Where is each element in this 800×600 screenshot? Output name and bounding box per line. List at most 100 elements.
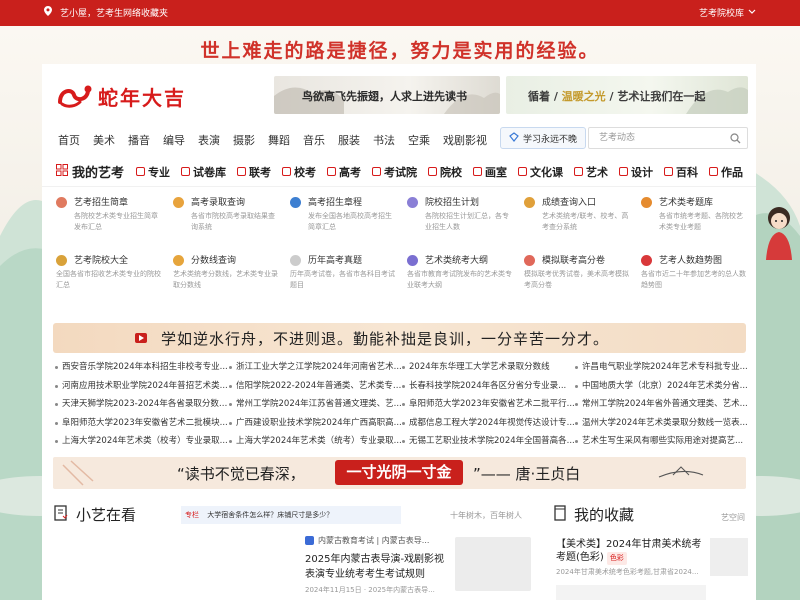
category-icon xyxy=(664,167,674,176)
main-card: 蛇年大吉 鸟欲高飞先振翅，人求上进先读书 循着 / 温暖之光 / 艺术让我们在一… xyxy=(42,64,756,600)
category-icon xyxy=(181,167,191,176)
nav-item[interactable]: 表演 xyxy=(198,132,220,148)
tool-item[interactable]: 成绩查询入口 艺术类统考/联考、校考、高考查分系统 xyxy=(524,194,636,244)
tool-item[interactable]: 艺术类统考大纲 各省市教育考试院发布的艺术类专业联考大纲 xyxy=(407,252,519,302)
tool-item[interactable]: 分数线查询 艺术类统考分数线，艺术类专业录取分数线 xyxy=(173,252,285,302)
category-icon xyxy=(473,167,483,176)
poem-highlight: 一寸光阴一寸金 xyxy=(335,460,463,485)
column-tag-text: 大学宿舍条件怎么样？床铺尺寸是多少？ xyxy=(207,511,334,519)
news-link[interactable]: 阜阳师范大学2023年安徽省艺术二批平行... xyxy=(401,397,576,416)
favorite-item-title[interactable]: 【美术类】2024年甘肃美术统考考题(色彩) 色彩 xyxy=(556,538,706,565)
article-title[interactable]: 2025年内蒙古表导演-戏剧影视表演专业统考考生考试规则 xyxy=(305,552,445,582)
category-item[interactable]: 设计 xyxy=(619,164,653,180)
news-link[interactable]: 西安音乐学院2024年本科招生非校考专业... xyxy=(54,360,229,379)
category-icon xyxy=(372,167,382,176)
news-link[interactable]: 上海大学2024年艺术类（校考）专业录取... xyxy=(54,434,229,453)
tool-item[interactable]: 艺考招生简章 各院校艺术类专业招生简章发布汇总 xyxy=(56,194,168,244)
nav-item[interactable]: 播音 xyxy=(128,132,150,148)
favorite-thumbnail[interactable] xyxy=(710,538,748,576)
category-item[interactable]: 画室 xyxy=(473,164,507,180)
column-tag-link[interactable]: 专栏 大学宿舍条件怎么样？床铺尺寸是多少？ xyxy=(181,506,401,524)
nav-item[interactable]: 首页 xyxy=(58,132,80,148)
category-item[interactable]: 作品 xyxy=(709,164,743,180)
news-link[interactable]: 长春科技学院2024年各区分省分专业录... xyxy=(401,379,576,398)
nav-item[interactable]: 编导 xyxy=(163,132,185,148)
tool-item[interactable]: 历年高考真题 历年高考试卷，各省市各科目考试题目 xyxy=(290,252,402,302)
news-link[interactable]: 中国地质大学（北京）2024年艺术类分省... xyxy=(574,379,749,398)
category-item[interactable]: 联考 xyxy=(237,164,271,180)
poem-line: “读书不觉已春深， xyxy=(177,465,305,483)
favorites-note[interactable]: 艺空间 xyxy=(721,512,745,523)
study-button[interactable]: 学习永远不晚 xyxy=(500,127,587,149)
category-item[interactable]: 考试院 xyxy=(372,164,417,180)
nav-item[interactable]: 音乐 xyxy=(303,132,325,148)
article-thumbnail[interactable] xyxy=(455,537,531,591)
chevron-down-icon xyxy=(748,8,756,18)
tool-item[interactable]: 模拟联考高分卷 模拟联考优秀试卷，美术高考模拟考高分卷 xyxy=(524,252,636,302)
banner-art[interactable]: 循着 / 温暖之光 / 艺术让我们在一起 xyxy=(506,76,748,114)
category-icon xyxy=(428,167,438,176)
category-bar: 我的艺考 专业 试卷库 联考 校考 高考 考试院 院校 画室 文化课 艺术 设计… xyxy=(42,157,756,187)
news-link[interactable]: 常州工学院2024年江苏省普通文理类、艺... xyxy=(228,397,403,416)
article-source[interactable]: 内蒙古教育考试 | 内蒙古表导... xyxy=(305,535,429,546)
tool-item[interactable]: 艺考人数趋势图 各省市近二十年参加艺考的总人数趋势图 xyxy=(641,252,753,302)
college-library-label: 艺考院校库 xyxy=(698,9,744,19)
news-link[interactable]: 许昌电气职业学院2024年艺术专科批专业... xyxy=(574,360,749,379)
category-item[interactable]: 艺术 xyxy=(574,164,608,180)
news-link[interactable]: 广西建设职业技术学院2024年广西高职高... xyxy=(228,416,403,435)
site-logo[interactable]: 蛇年大吉 xyxy=(56,82,186,111)
nav-item[interactable]: 美术 xyxy=(93,132,115,148)
news-column: 西安音乐学院2024年本科招生非校考专业... 河南应用技术职业学院2024年普… xyxy=(54,360,229,453)
category-item[interactable]: 院校 xyxy=(428,164,462,180)
favorite-item-desc: 2024年甘肃美术统考色彩考题,甘肃省2024... xyxy=(556,568,699,576)
news-link[interactable]: 成都信息工程大学2024年视觉传达设计专... xyxy=(401,416,576,435)
category-item[interactable]: 校考 xyxy=(282,164,316,180)
news-link[interactable]: 浙江工业大学之江学院2024年河南省艺术... xyxy=(228,360,403,379)
nav-item[interactable]: 服装 xyxy=(338,132,360,148)
tool-icon xyxy=(407,197,418,208)
news-link[interactable]: 上海大学2024年艺术类（统考）专业录取... xyxy=(228,434,403,453)
news-link[interactable]: 常州工学院2024年省外普通文理类、艺术... xyxy=(574,397,749,416)
news-link[interactable]: 温州大学2024年艺术类录取分数线一览表... xyxy=(574,416,749,435)
tool-item[interactable]: 高考录取查询 各省市院校高考录取结果查询系统 xyxy=(173,194,285,244)
category-item[interactable]: 文化课 xyxy=(518,164,563,180)
tool-icon xyxy=(290,197,301,208)
news-link[interactable]: 天津天狮学院2023-2024年各省录取分数线... xyxy=(54,397,229,416)
nav-item[interactable]: 戏剧影视 xyxy=(443,132,487,148)
category-item[interactable]: 试卷库 xyxy=(181,164,226,180)
category-item[interactable]: 百科 xyxy=(664,164,698,180)
article-date: 2024年11月15日 · 2025年内蒙古表导... xyxy=(305,586,435,594)
news-link[interactable]: 河南应用技术职业学院2024年普招艺术类... xyxy=(54,379,229,398)
tool-item[interactable]: 艺术类考题库 各省市统考考题、各院校艺术类专业考题 xyxy=(641,194,753,244)
search-input[interactable]: 艺考动态 xyxy=(588,127,748,149)
slogan: 世上难走的路是捷径，努力是实用的经验。 xyxy=(200,40,600,62)
location[interactable]: 艺小屋，艺考生网络收藏夹 xyxy=(44,6,168,19)
news-link[interactable]: 艺术生写生采风有哪些实际用途对提高艺... xyxy=(574,434,749,453)
section-favorites-title: 我的收藏 xyxy=(554,504,634,525)
floating-mascot[interactable] xyxy=(762,204,796,260)
category-item[interactable]: 专业 xyxy=(136,164,170,180)
category-item[interactable]: 高考 xyxy=(327,164,361,180)
source-icon xyxy=(305,536,314,545)
college-library-link[interactable]: 艺考院校库 xyxy=(699,6,756,19)
study-button-label: 学习永远不晚 xyxy=(523,134,578,145)
news-link[interactable]: 无锡工艺职业技术学院2024年全国普高各... xyxy=(401,434,576,453)
book-icon xyxy=(554,504,566,525)
tool-icon xyxy=(407,255,418,266)
nav-item[interactable]: 舞蹈 xyxy=(268,132,290,148)
notebook-icon xyxy=(54,504,68,525)
search-icon[interactable] xyxy=(730,132,741,152)
news-link[interactable]: 2024年东华理工大学艺术录取分数线 xyxy=(401,360,576,379)
tool-icon xyxy=(641,255,652,266)
quote-text: 学如逆水行舟，不进则退。勤能补拙是良训，一分辛苦一分才。 xyxy=(161,329,610,348)
nav-item[interactable]: 摄影 xyxy=(233,132,255,148)
tool-item[interactable]: 艺考院校大全 全国各省市招收艺术类专业的院校汇总 xyxy=(56,252,168,302)
news-link[interactable]: 信阳学院2022-2024年普通类、艺术类专业... xyxy=(228,379,403,398)
nav-item[interactable]: 空乘 xyxy=(408,132,430,148)
tool-item[interactable]: 院校招生计划 各院校招生计划汇总，各专业招生人数 xyxy=(407,194,519,244)
banner-reading[interactable]: 鸟欲高飞先振翅，人求上进先读书 xyxy=(274,76,500,114)
tool-item[interactable]: 高考招生章程 发布全国各地高校高考招生简章汇总 xyxy=(290,194,402,244)
my-art-exam[interactable]: 我的艺考 xyxy=(56,162,124,181)
news-link[interactable]: 阜阳师范大学2023年安徽省艺术二批模块... xyxy=(54,416,229,435)
nav-item[interactable]: 书法 xyxy=(373,132,395,148)
